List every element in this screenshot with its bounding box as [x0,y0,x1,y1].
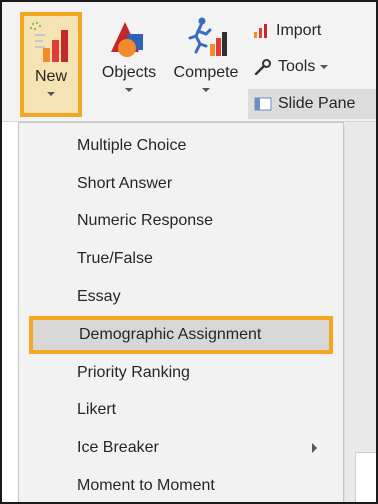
tools-label: Tools [278,58,316,75]
objects-label: Objects [101,64,157,81]
menu-item-moment-to-moment[interactable]: Moment to Moment [19,467,343,502]
menu-item-label: Priority Ranking [77,364,190,381]
import-label: Import [276,22,322,39]
new-button[interactable]: New [20,12,82,117]
new-label: New [34,68,67,85]
chevron-down-icon [202,88,210,92]
chevron-right-icon [312,443,317,453]
slide-canvas[interactable] [355,452,376,502]
import-button[interactable]: Import [252,22,321,40]
menu-item-numeric-response[interactable]: Numeric Response [19,202,343,240]
compete-button[interactable]: Compete [166,16,246,92]
tools-button[interactable]: Tools [254,58,329,76]
bar-chart-icon [27,20,75,64]
wrench-icon [254,59,272,76]
menu-item-label: Demographic Assignment [79,326,262,343]
slide-work-area [345,122,376,502]
menu-item-label: Essay [77,288,121,305]
new-dropdown-menu: Multiple Choice Short Answer Numeric Res… [18,122,344,502]
runner-chart-icon [182,16,230,60]
menu-item-short-answer[interactable]: Short Answer [19,165,343,203]
menu-item-priority-ranking[interactable]: Priority Ranking [19,354,343,392]
slide-pane-label: Slide Pane [278,95,356,112]
slide-pane-icon [254,96,272,112]
menu-item-label: True/False [77,250,153,267]
menu-item-label: Multiple Choice [77,137,187,154]
menu-item-true-false[interactable]: True/False [19,240,343,278]
menu-item-ice-breaker[interactable]: Ice Breaker [19,429,343,467]
bar-chart-small-icon [252,23,270,39]
slide-pane-button[interactable]: Slide Pane [248,89,376,119]
ribbon: New Objects Compete Import Tools Slide P… [2,2,376,122]
menu-item-label: Likert [77,401,117,418]
menu-item-essay[interactable]: Essay [19,278,343,316]
menu-item-label: Short Answer [77,175,173,192]
menu-item-demographic-assignment[interactable]: Demographic Assignment [29,316,333,354]
chevron-down-icon [125,88,133,92]
menu-item-label: Moment to Moment [77,477,215,494]
compete-label: Compete [173,64,239,81]
chevron-down-icon [320,65,329,69]
chevron-down-icon [47,92,55,96]
menu-item-multiple-choice[interactable]: Multiple Choice [19,127,343,165]
shapes-icon [105,16,153,60]
menu-item-label: Ice Breaker [77,439,159,456]
menu-item-likert[interactable]: Likert [19,391,343,429]
app-window: New Objects Compete Import Tools Slide P… [0,0,378,504]
menu-item-label: Numeric Response [77,212,214,229]
objects-button[interactable]: Objects [94,16,164,92]
